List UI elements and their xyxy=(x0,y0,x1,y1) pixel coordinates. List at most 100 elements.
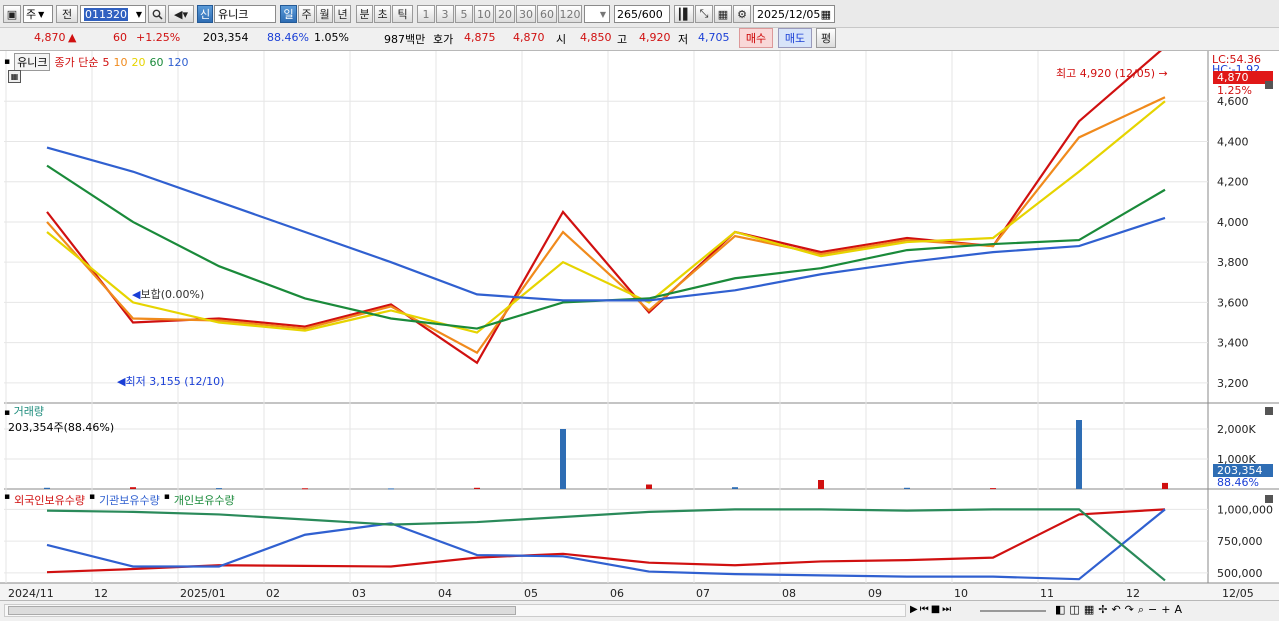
tab-year[interactable]: 년 xyxy=(334,5,351,23)
panel-close-icon[interactable] xyxy=(1265,495,1273,503)
cross-icon[interactable]: ✢ xyxy=(1098,603,1107,617)
zoom-in-icon[interactable]: + xyxy=(1161,603,1170,617)
volume-bar xyxy=(646,484,652,489)
x-tick-label: 07 xyxy=(696,587,710,600)
volume-bar xyxy=(904,487,910,489)
undo-icon[interactable]: ↶ xyxy=(1111,603,1120,617)
legend-stock-name[interactable]: 유니크 xyxy=(14,53,51,71)
bid-label: 호가 xyxy=(433,33,454,46)
grid-icon[interactable]: ▦ xyxy=(1084,603,1094,617)
grid-icon[interactable]: ▦ xyxy=(714,5,732,23)
zoom-slider[interactable] xyxy=(980,610,1046,612)
holdings-tick-label: 500,000 xyxy=(1217,567,1263,580)
gear-icon[interactable]: ⚙ xyxy=(733,5,751,23)
prev-button[interactable]: 전 xyxy=(56,5,78,23)
arrow-icon[interactable]: ⤡ xyxy=(695,5,713,23)
count-button[interactable]: 60 xyxy=(537,5,557,23)
lock-icon[interactable]: ◧ xyxy=(1055,603,1065,617)
legend-ma5: 5 xyxy=(102,55,110,69)
sell-button[interactable]: 매도 xyxy=(778,28,812,48)
table-icon[interactable]: ▦ xyxy=(8,70,21,83)
avg-button[interactable]: 평 xyxy=(816,28,836,48)
volume-pct-tag: 88.46% xyxy=(1217,476,1259,489)
x-tick-label: 05 xyxy=(524,587,538,600)
period-select[interactable]: 주 ▼ xyxy=(23,5,53,23)
holdings-line xyxy=(46,508,1166,581)
x-tick-label: 06 xyxy=(610,587,624,600)
tab-day[interactable]: 일 xyxy=(280,5,297,23)
window-menu-icon[interactable]: ▣ xyxy=(3,5,21,23)
stock-code-input[interactable]: 011320 ▼ xyxy=(80,5,146,23)
price-tick-label: 4,200 xyxy=(1217,176,1249,189)
bid1: 4,875 xyxy=(464,31,496,44)
stop-icon[interactable]: ■ xyxy=(931,604,940,615)
play-icon[interactable]: ▶ xyxy=(910,604,918,615)
data-count-input[interactable]: 265/600 xyxy=(614,5,670,23)
count-dropdown[interactable]: ▼ xyxy=(584,5,610,23)
ma-line-5 xyxy=(46,51,1162,365)
scroll-up-icon[interactable] xyxy=(1265,81,1273,89)
legend-foreign: 외국인보유수량 xyxy=(14,494,85,507)
holdings-tick-label: 750,000 xyxy=(1217,535,1263,548)
high-annotation: 최고 4,920 (12/05) → xyxy=(1056,67,1168,80)
count-button[interactable]: 3 xyxy=(436,5,454,23)
calendar-icon[interactable]: ▦ xyxy=(821,8,831,21)
x-tick-label: 04 xyxy=(438,587,452,600)
speaker-icon[interactable]: ◀▾ xyxy=(168,5,194,23)
legend-ma120: 120 xyxy=(167,55,189,69)
count-button[interactable]: 20 xyxy=(495,5,515,23)
chart-svg: 4,600 4,400 4,200 4,000 3,800 3,600 3,400 3,200… xyxy=(0,51,1279,603)
right-axis-top-label2: HC:-1.92 xyxy=(1212,63,1261,71)
pct-tag: 1.25% xyxy=(1217,84,1252,97)
scroll-thumb[interactable] xyxy=(8,606,516,615)
count-button[interactable]: 5 xyxy=(455,5,473,23)
up-arrow-icon: ▲ xyxy=(68,31,77,44)
legend-close-label: 종가 단순 xyxy=(54,56,99,69)
high-value: 4,920 xyxy=(639,31,671,44)
volume-bar xyxy=(388,488,394,490)
market-badge: 신 xyxy=(197,5,213,23)
candle-icon[interactable]: ┃▌ xyxy=(674,5,694,23)
count-button[interactable]: 120 xyxy=(558,5,582,23)
price-tick-label: 4,000 xyxy=(1217,216,1249,229)
price-tick-label: 3,400 xyxy=(1217,337,1249,350)
low-annotation: ◀최저 3,155 (12/10) xyxy=(117,375,225,388)
chevron-down-icon[interactable]: ▼ xyxy=(136,10,142,19)
rewind-icon[interactable]: ⏮ xyxy=(920,604,929,615)
zoom-out-icon[interactable]: − xyxy=(1148,603,1157,617)
count-button[interactable]: 1 xyxy=(417,5,435,23)
ma-line-120 xyxy=(46,146,1166,302)
price-change: 60 xyxy=(113,31,127,44)
volume-bar xyxy=(818,480,824,489)
volume-value-label: 203,354주(88.46%) xyxy=(8,421,115,434)
search-icon[interactable] xyxy=(148,5,166,23)
volume-bar xyxy=(130,487,136,489)
legend-ma60: 60 xyxy=(149,55,164,69)
price-tick-label: 3,800 xyxy=(1217,256,1249,269)
play-controls: ▶ ⏮ ■ ⏭ xyxy=(910,604,951,615)
date-input[interactable]: 2025/12/05 ▦ xyxy=(753,5,835,23)
split-icon[interactable]: ◫ xyxy=(1069,603,1079,617)
count-button[interactable]: 30 xyxy=(516,5,536,23)
stock-name-field[interactable]: 유니크 xyxy=(214,5,276,23)
volume-bar xyxy=(1162,482,1168,489)
panel-close-icon[interactable] xyxy=(1265,407,1273,415)
tab-second[interactable]: 초 xyxy=(374,5,391,23)
tab-tick[interactable]: 틱 xyxy=(392,5,413,23)
font-icon[interactable]: A xyxy=(1174,603,1182,617)
volume-ratio: 88.46% xyxy=(267,31,309,44)
tab-week[interactable]: 주 xyxy=(298,5,315,23)
tab-month[interactable]: 월 xyxy=(316,5,333,23)
forward-icon[interactable]: ⏭ xyxy=(942,604,951,615)
redo-icon[interactable]: ↷ xyxy=(1125,603,1134,617)
x-tick-label: 2025/01 xyxy=(180,587,226,600)
count-button[interactable]: 10 xyxy=(474,5,494,23)
search-icon[interactable]: ⌕ xyxy=(1138,603,1144,617)
price-legend: ▪ 유니크 종가 단순 5 10 20 60 120 xyxy=(4,53,188,71)
buy-button[interactable]: 매수 xyxy=(739,28,773,48)
volume-bar xyxy=(990,488,996,490)
horizontal-scrollbar[interactable] xyxy=(4,604,906,617)
price-tick-label: 4,400 xyxy=(1217,135,1249,148)
legend-ma10: 10 xyxy=(113,55,128,69)
tab-minute[interactable]: 분 xyxy=(356,5,373,23)
